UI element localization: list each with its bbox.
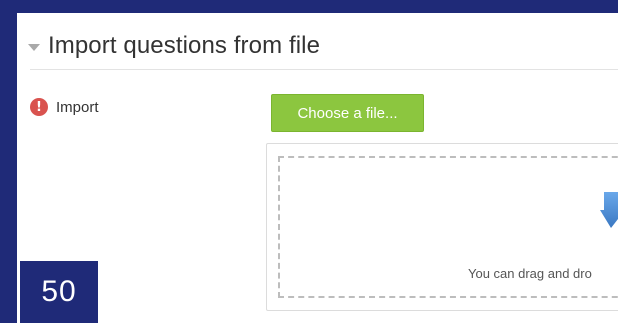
import-field-label: ! Import: [30, 98, 99, 116]
exclamation-circle-icon: !: [30, 98, 48, 116]
dropzone-hint-text: You can drag and dro: [468, 266, 592, 281]
upload-arrow-icon: [600, 192, 618, 228]
choose-file-button[interactable]: Choose a file...: [271, 94, 424, 132]
page-number-badge: 50: [20, 261, 98, 323]
frame-border-left: [0, 0, 17, 323]
triangle-down-icon: [28, 43, 40, 51]
import-label-text: Import: [56, 98, 99, 116]
screenshot-frame: Import questions from file ! Import Choo…: [0, 0, 618, 323]
section-title: Import questions from file: [48, 32, 321, 59]
frame-border-top: [0, 0, 618, 13]
section-divider: [30, 69, 618, 70]
section-header-import-questions[interactable]: Import questions from file: [28, 28, 320, 64]
